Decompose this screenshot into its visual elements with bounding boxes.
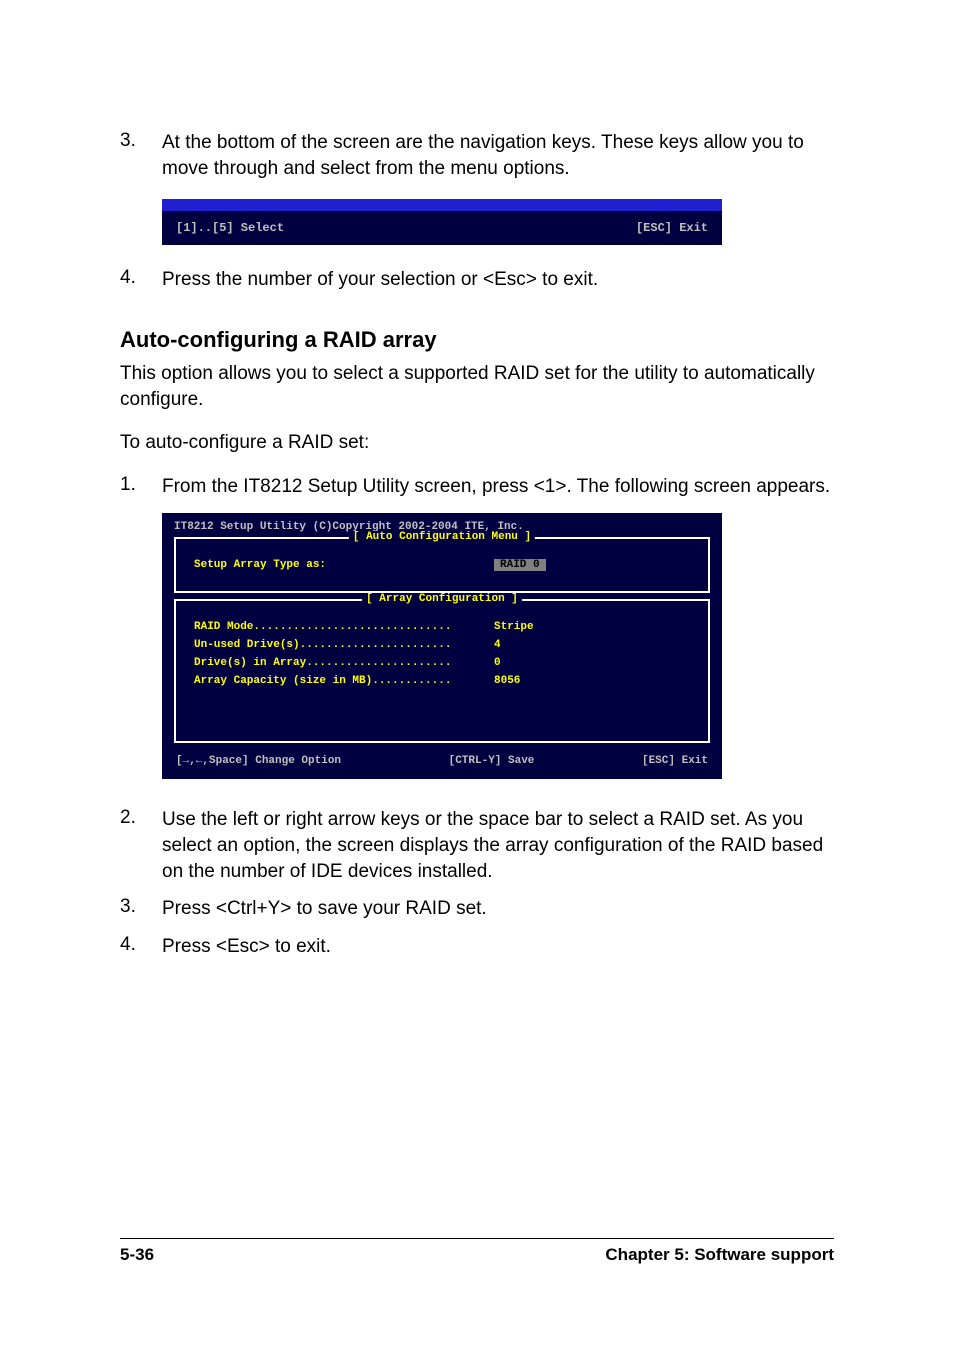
bios-array-type-label: Setup Array Type as:: [194, 559, 494, 571]
bios-row-value: 4: [494, 639, 501, 651]
step-4: 4. Press the number of your selection or…: [120, 267, 834, 293]
chapter-title: Chapter 5: Software support: [605, 1245, 834, 1265]
step-number: 3.: [120, 896, 162, 922]
bios-row-value: 8056: [494, 675, 520, 687]
step-number: 4.: [120, 934, 162, 960]
bios-row-label: Drive(s) in Array......................: [194, 657, 494, 669]
bios-row: Un-used Drive(s)....................... …: [194, 639, 690, 651]
step-b4: 4. Press <Esc> to exit.: [120, 934, 834, 960]
step-number: 1.: [120, 474, 162, 500]
step-list-top: 3. At the bottom of the screen are the n…: [120, 130, 834, 181]
bios-screenshot: IT8212 Setup Utility (C)Copyright 2002-2…: [162, 513, 722, 779]
step-text: Use the left or right arrow keys or the …: [162, 807, 834, 884]
step-text: From the IT8212 Setup Utility screen, pr…: [162, 474, 830, 500]
section-intro: This option allows you to select a suppo…: [120, 361, 834, 412]
bios-footer: [→,←,Space] Change Option [CTRL-Y] Save …: [174, 749, 710, 767]
navkeys-screenshot: [1]..[5] Select [ESC] Exit: [162, 199, 722, 245]
bios-box-auto-config: [ Auto Configuration Menu ] Setup Array …: [174, 537, 710, 593]
bios-row-value: 0: [494, 657, 501, 669]
step-text: Press <Esc> to exit.: [162, 934, 331, 960]
bios-row: Drive(s) in Array...................... …: [194, 657, 690, 669]
footer-rule: [120, 1238, 834, 1239]
bios-row-value: Stripe: [494, 621, 534, 633]
bios-box-array-config: [ Array Configuration ] RAID Mode.......…: [174, 599, 710, 743]
step-text: At the bottom of the screen are the navi…: [162, 130, 834, 181]
bios-array-type-value: RAID 0: [494, 559, 546, 571]
page-footer: 5-36 Chapter 5: Software support: [120, 1238, 834, 1265]
step-3: 3. At the bottom of the screen are the n…: [120, 130, 834, 181]
step-b3: 3. Press <Ctrl+Y> to save your RAID set.: [120, 896, 834, 922]
section-heading: Auto-configuring a RAID array: [120, 327, 834, 353]
step-text: Press the number of your selection or <E…: [162, 267, 598, 293]
step-list-top-cont: 4. Press the number of your selection or…: [120, 267, 834, 293]
step-list-bottom: 1. From the IT8212 Setup Utility screen,…: [120, 474, 834, 500]
navkeys-right: [ESC] Exit: [636, 221, 708, 235]
bios-row-label: Un-used Drive(s).......................: [194, 639, 494, 651]
step-text: Press <Ctrl+Y> to save your RAID set.: [162, 896, 487, 922]
section-lead: To auto-configure a RAID set:: [120, 430, 834, 456]
step-number: 3.: [120, 130, 162, 181]
step-number: 2.: [120, 807, 162, 884]
bios-row: RAID Mode.............................. …: [194, 621, 690, 633]
page-number: 5-36: [120, 1245, 154, 1265]
bios-box1-legend: [ Auto Configuration Menu ]: [349, 531, 535, 543]
bios-footer-mid: [CTRL-Y] Save: [449, 755, 535, 767]
bios-footer-left: [→,←,Space] Change Option: [176, 755, 341, 767]
bios-row-label: RAID Mode..............................: [194, 621, 494, 633]
bios-box2-legend: [ Array Configuration ]: [362, 593, 522, 605]
navkeys-left: [1]..[5] Select: [176, 221, 284, 235]
page-content: 3. At the bottom of the screen are the n…: [0, 0, 954, 960]
bios-row-label: Array Capacity (size in MB)............: [194, 675, 494, 687]
step-list-bottom-cont: 2. Use the left or right arrow keys or t…: [120, 807, 834, 959]
step-number: 4.: [120, 267, 162, 293]
step-b1: 1. From the IT8212 Setup Utility screen,…: [120, 474, 834, 500]
bios-footer-right: [ESC] Exit: [642, 755, 708, 767]
step-b2: 2. Use the left or right arrow keys or t…: [120, 807, 834, 884]
bios-row: Array Capacity (size in MB)............ …: [194, 675, 690, 687]
